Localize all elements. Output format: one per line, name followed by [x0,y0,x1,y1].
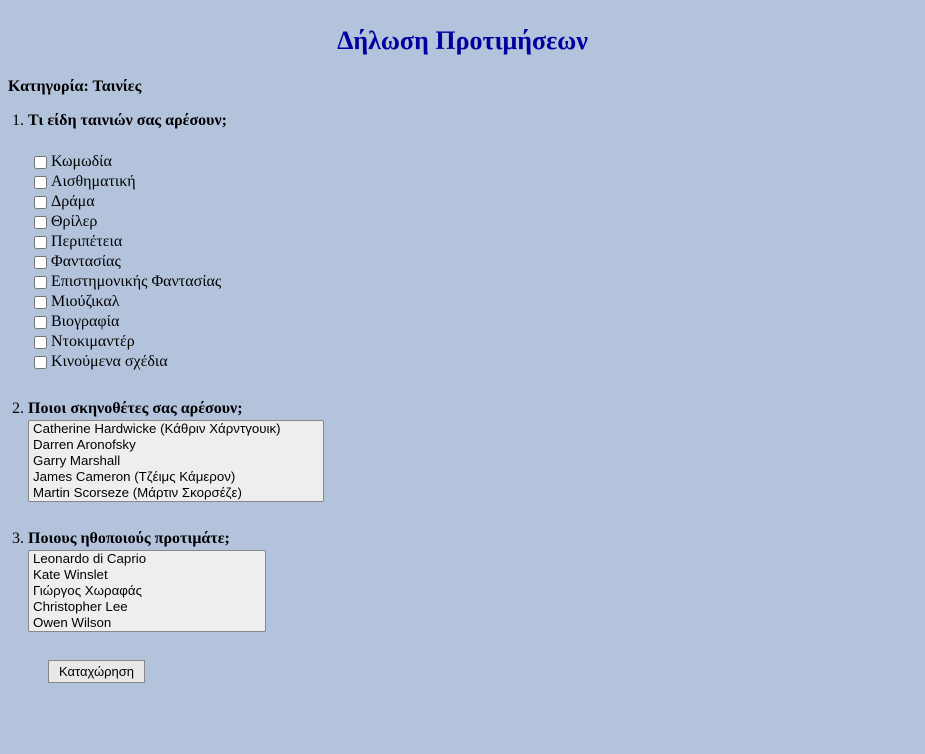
genre-option: Κινούμενα σχέδια [34,352,925,372]
list-item[interactable]: Kate Winslet [29,567,265,583]
list-item[interactable]: Christopher Lee [29,599,265,615]
genre-checkbox[interactable] [34,336,47,349]
genre-option: Μιούζικαλ [34,292,925,312]
genre-checkbox[interactable] [34,236,47,249]
genre-checkbox[interactable] [34,156,47,169]
genre-label: Κωμωδία [51,152,112,172]
page-title: Δήλωση Προτιμήσεων [0,26,925,56]
genre-option: Περιπέτεια [34,232,925,252]
question-3-text: Ποιους ηθοποιούς προτιμάτε; [28,530,230,547]
genre-label: Περιπέτεια [51,232,122,252]
question-3: Ποιους ηθοποιούς προτιμάτε; Leonardo di … [28,530,925,632]
list-item[interactable]: Γιώργος Χωραφάς [29,583,265,599]
genre-option: Ντοκιμαντέρ [34,332,925,352]
list-item[interactable]: Darren Aronofsky [29,437,323,453]
genre-label: Μιούζικαλ [51,292,120,312]
question-2: Ποιοι σκηνοθέτες σας αρέσουν; Catherine … [28,400,925,502]
genre-option: Θρίλερ [34,212,925,232]
genre-checkbox[interactable] [34,176,47,189]
genre-label: Δράμα [51,192,95,212]
list-item[interactable]: Owen Wilson [29,615,265,631]
genre-checkbox[interactable] [34,296,47,309]
list-item[interactable]: Leonardo di Caprio [29,551,265,567]
question-1: Τι είδη ταινιών σας αρέσουν; ΚωμωδίαΑισθ… [28,112,925,372]
genre-checkbox[interactable] [34,316,47,329]
directors-select[interactable]: Catherine Hardwicke (Κάθριν Χάρντγουικ)D… [28,420,324,502]
genre-label: Κινούμενα σχέδια [51,352,168,372]
genre-option: Αισθηματική [34,172,925,192]
genre-label: Αισθηματική [51,172,136,192]
genre-checkbox[interactable] [34,276,47,289]
genre-checkbox[interactable] [34,216,47,229]
category-label: Κατηγορία: Ταινίες [8,78,925,96]
genre-option: Βιογραφία [34,312,925,332]
genre-option: Κωμωδία [34,152,925,172]
genre-label: Επιστημονικής Φαντασίας [51,272,221,292]
question-2-text: Ποιοι σκηνοθέτες σας αρέσουν; [28,400,243,417]
list-item[interactable]: James Cameron (Τζέιμς Κάμερον) [29,469,323,485]
list-item[interactable]: Garry Marshall [29,453,323,469]
list-item[interactable]: Martin Scorseze (Μάρτιν Σκορσέζε) [29,485,323,501]
genre-checkbox[interactable] [34,256,47,269]
genre-option: Επιστημονικής Φαντασίας [34,272,925,292]
list-item[interactable]: Catherine Hardwicke (Κάθριν Χάρντγουικ) [29,421,323,437]
genre-label: Βιογραφία [51,312,119,332]
genre-option: Φαντασίας [34,252,925,272]
genre-label: Ντοκιμαντέρ [51,332,135,352]
genre-option: Δράμα [34,192,925,212]
genre-label: Θρίλερ [51,212,97,232]
genre-checkbox-group: ΚωμωδίαΑισθηματικήΔράμαΘρίλερΠεριπέτειαΦ… [28,152,925,372]
genre-checkbox[interactable] [34,196,47,209]
question-1-text: Τι είδη ταινιών σας αρέσουν; [28,112,227,129]
genre-label: Φαντασίας [51,252,121,272]
actors-select[interactable]: Leonardo di CaprioKate WinsletΓιώργος Χω… [28,550,266,632]
genre-checkbox[interactable] [34,356,47,369]
submit-button[interactable]: Καταχώρηση [48,660,145,683]
